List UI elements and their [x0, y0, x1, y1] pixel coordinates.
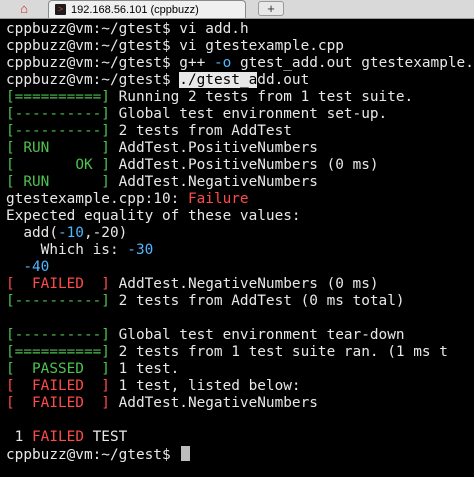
- terminal-favicon-icon: >: [55, 4, 66, 15]
- browser-tab-bar: ⌂ > 192.168.56.101 (cppbuzz) +: [0, 0, 474, 19]
- failure-detail: add(: [6, 225, 58, 241]
- test-tag: [==========]: [6, 89, 110, 105]
- terminal-line: [ FAILED ] 1 test, listed below:: [6, 378, 301, 395]
- test-tag: [----------]: [6, 327, 110, 343]
- terminal-line: add(-10,-20): [6, 225, 127, 242]
- test-tag: [ FAILED ]: [6, 395, 110, 411]
- test-message: 1 test, listed below:: [109, 378, 301, 394]
- terminal-line: cppbuzz@vm:~/gtest$: [6, 446, 191, 464]
- test-tag: [ PASSED ]: [6, 361, 110, 377]
- command: gtest_add.out gtestexample.cpp: [231, 55, 474, 71]
- failure-value: -40: [6, 259, 50, 275]
- terminal-line: [ PASSED ] 1 test.: [6, 361, 179, 378]
- new-tab-button[interactable]: +: [258, 1, 284, 16]
- test-message: 2 tests from 1 test suite ran. (1 ms t: [109, 344, 448, 360]
- test-tag: [ FAILED ]: [6, 378, 110, 394]
- selected-text[interactable]: ./gtest_a: [179, 72, 258, 88]
- test-message: Running 2 tests from 1 test suite.: [109, 89, 414, 105]
- test-tag: [ FAILED ]: [6, 276, 110, 292]
- home-icon[interactable]: ⌂: [10, 0, 38, 17]
- terminal-line: cppbuzz@vm:~/gtest$ g++ -o gtest_add.out…: [6, 55, 474, 72]
- test-message: Global test environment tear-down: [109, 327, 405, 343]
- test-message: AddTest.PositiveNumbers: [109, 140, 318, 156]
- terminal-line: -40: [6, 259, 49, 276]
- terminal-cursor[interactable]: [181, 446, 191, 461]
- test-message: 2 tests from AddTest: [109, 123, 292, 139]
- failure-value: -30: [127, 242, 154, 258]
- tab-title: 192.168.56.101 (cppbuzz): [71, 3, 199, 16]
- prompt: cppbuzz@vm:~/gtest$: [6, 72, 171, 88]
- terminal-line: [ FAILED ] AddTest.NegativeNumbers: [6, 395, 318, 412]
- browser-tab[interactable]: > 192.168.56.101 (cppbuzz): [48, 0, 246, 18]
- terminal-line: cppbuzz@vm:~/gtest$ vi gtestexample.cpp: [6, 38, 344, 55]
- test-message: AddTest.NegativeNumbers: [109, 174, 318, 190]
- test-tag: [: [6, 157, 15, 173]
- summary-count: 1: [6, 429, 32, 445]
- test-message: AddTest.NegativeNumbers (0 ms): [109, 276, 379, 292]
- terminal-line: [ OK ] AddTest.PositiveNumbers (0 ms): [6, 157, 379, 174]
- terminal-line: 1 FAILED TEST: [6, 429, 128, 446]
- terminal-line: [----------] Global test environment tea…: [6, 327, 405, 344]
- prompt: cppbuzz@vm:~/gtest$: [6, 38, 171, 54]
- terminal-line: cppbuzz@vm:~/gtest$ ./gtest_add.out: [6, 72, 309, 89]
- command-flag: -o: [213, 55, 232, 71]
- test-message: 1 test.: [109, 361, 180, 377]
- terminal-line: gtestexample.cpp:10: Failure: [6, 191, 249, 208]
- failure-detail: Which is:: [6, 242, 128, 258]
- test-tag: [----------]: [6, 123, 110, 139]
- terminal-line: [ RUN ] AddTest.PositiveNumbers: [6, 140, 318, 157]
- terminal-line: [----------] Global test environment set…: [6, 106, 387, 123]
- summary-label: TEST: [83, 429, 128, 445]
- terminal-window[interactable]: cppbuzz@vm:~/gtest$ vi add.h cppbuzz@vm:…: [0, 19, 474, 477]
- failure-detail: ,-20): [83, 225, 128, 241]
- test-tag: [ RUN ]: [6, 174, 110, 190]
- test-tag: [==========]: [6, 344, 110, 360]
- terminal-line: Which is: -30: [6, 242, 154, 259]
- test-tag: [----------]: [6, 293, 110, 309]
- test-tag: OK: [14, 157, 93, 173]
- terminal-line: [ FAILED ] AddTest.NegativeNumbers (0 ms…: [6, 276, 379, 293]
- command: vi add.h: [179, 21, 249, 37]
- failure-label: Failure: [187, 191, 249, 207]
- terminal-line: cppbuzz@vm:~/gtest$ vi add.h: [6, 21, 249, 38]
- test-tag: ]: [92, 157, 110, 173]
- test-message: Global test environment set-up.: [109, 106, 388, 122]
- command: g++: [179, 55, 214, 71]
- failure-location: gtestexample.cpp:10:: [6, 191, 188, 207]
- terminal-line: [==========] 2 tests from 1 test suite r…: [6, 344, 448, 361]
- test-message: AddTest.NegativeNumbers: [109, 395, 318, 411]
- summary-failed: FAILED: [32, 429, 84, 445]
- terminal-line: [----------] 2 tests from AddTest (0 ms …: [6, 293, 405, 310]
- command: vi gtestexample.cpp: [179, 38, 344, 54]
- prompt: cppbuzz@vm:~/gtest$: [6, 447, 171, 463]
- prompt: cppbuzz@vm:~/gtest$: [6, 21, 171, 37]
- failure-detail: Expected equality of these values:: [6, 208, 301, 224]
- command: dd.out: [257, 72, 310, 88]
- test-message: AddTest.PositiveNumbers (0 ms): [109, 157, 379, 173]
- terminal-line: [==========] Running 2 tests from 1 test…: [6, 89, 413, 106]
- failure-value: -10: [57, 225, 84, 241]
- terminal-line: [----------] 2 tests from AddTest: [6, 123, 292, 140]
- test-tag: [----------]: [6, 106, 110, 122]
- test-tag: [ RUN ]: [6, 140, 110, 156]
- terminal-line: [ RUN ] AddTest.NegativeNumbers: [6, 174, 318, 191]
- test-message: 2 tests from AddTest (0 ms total): [109, 293, 405, 309]
- prompt: cppbuzz@vm:~/gtest$: [6, 55, 171, 71]
- terminal-line: Expected equality of these values:: [6, 208, 301, 225]
